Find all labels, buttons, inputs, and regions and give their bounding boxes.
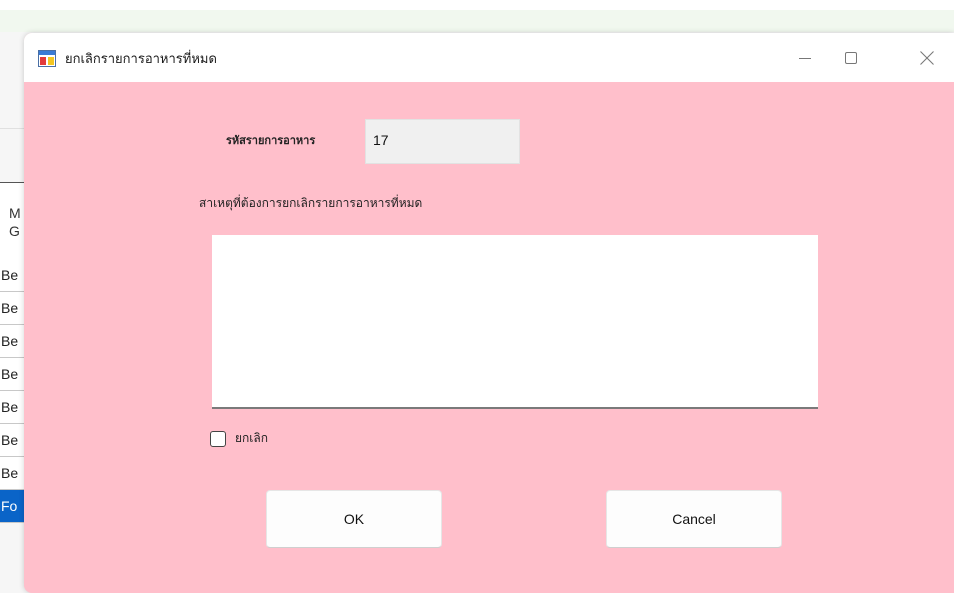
- grid-column-header-line2: G: [9, 223, 20, 239]
- cancel-button[interactable]: Cancel: [606, 490, 782, 548]
- table-row[interactable]: Be: [0, 325, 24, 358]
- table-row[interactable]: Be: [0, 457, 24, 490]
- reason-input[interactable]: [212, 235, 818, 409]
- maximize-icon: [845, 51, 857, 64]
- table-row[interactable]: Be: [0, 259, 24, 292]
- food-code-label: รหัสรายการอาหาร: [226, 134, 316, 147]
- table-row[interactable]: Be: [0, 391, 24, 424]
- food-code-field[interactable]: 17: [365, 119, 520, 164]
- table-row[interactable]: Be: [0, 424, 24, 457]
- table-row[interactable]: Be: [0, 358, 24, 391]
- background-topbar: [0, 0, 954, 10]
- maximize-button[interactable]: [828, 33, 874, 82]
- ok-button[interactable]: OK: [266, 490, 442, 548]
- table-cell: Be: [1, 366, 19, 382]
- dialog-title: ยกเลิกรายการอาหารที่หมด: [65, 52, 217, 67]
- grid-column-header[interactable]: M G: [0, 182, 24, 260]
- table-cell: Be: [1, 267, 19, 283]
- cancel-checkbox-label[interactable]: ยกเลิก: [235, 429, 268, 448]
- table-cell: Be: [1, 399, 19, 415]
- table-cell: Be: [1, 300, 19, 316]
- dialog-titlebar[interactable]: ยกเลิกรายการอาหารที่หมด: [24, 33, 954, 82]
- grid-column-header-line1: M: [9, 205, 21, 221]
- table-cell: Be: [1, 465, 19, 481]
- table-cell: Be: [1, 432, 19, 448]
- minimize-button[interactable]: [782, 33, 828, 82]
- cancel-checkbox[interactable]: [210, 430, 226, 447]
- app-icon: [38, 50, 56, 67]
- minimize-icon: [799, 57, 811, 59]
- background-divider: [0, 128, 24, 129]
- table-row-selected[interactable]: Fo: [0, 490, 24, 523]
- reason-label: สาเหตุที่ต้องการยกเลิกรายการอาหารที่หมด: [199, 196, 423, 210]
- table-row[interactable]: Be: [0, 292, 24, 325]
- close-button[interactable]: [904, 33, 950, 82]
- close-icon: [920, 50, 934, 65]
- background-header-strip: [0, 10, 954, 32]
- cancel-food-dialog: ยกเลิกรายการอาหารที่หมด รหัสรายการอาหาร …: [24, 33, 954, 593]
- table-cell: Fo: [1, 498, 18, 514]
- table-cell: Be: [1, 333, 19, 349]
- cancel-checkbox-group[interactable]: ยกเลิก: [210, 429, 268, 448]
